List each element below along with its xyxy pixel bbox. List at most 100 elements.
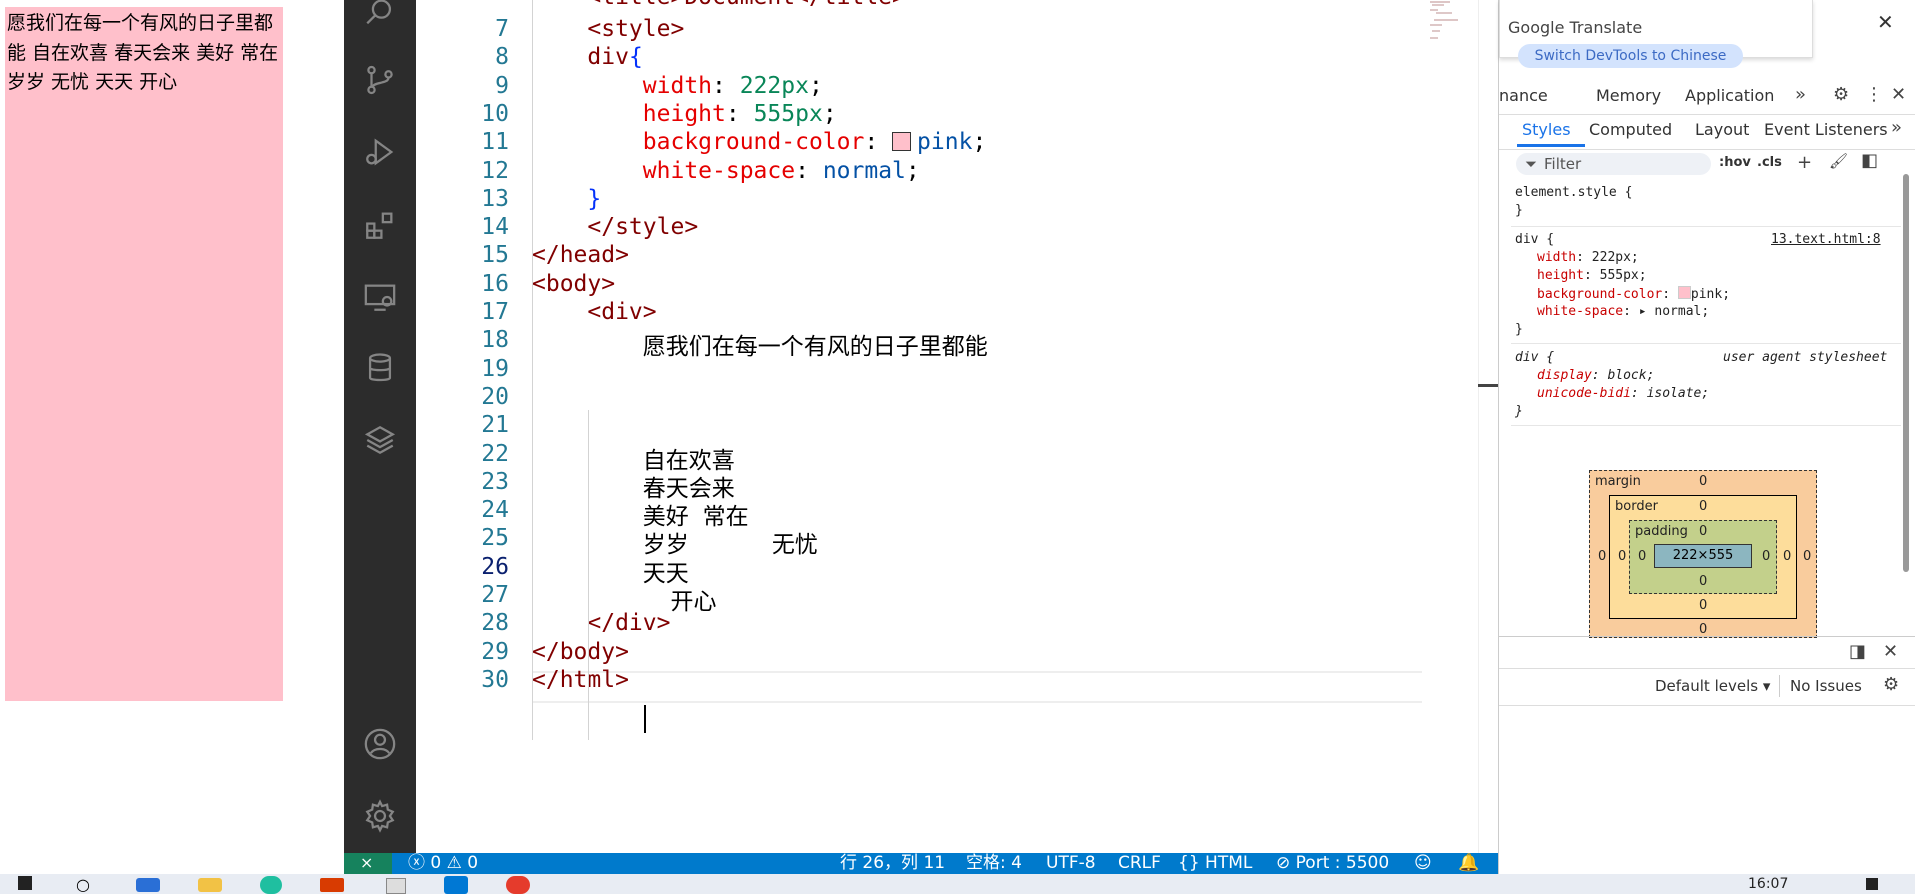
show-desktop-icon[interactable]: [1866, 878, 1878, 890]
border-bottom-value: 0: [1699, 598, 1708, 613]
remote-explorer-icon[interactable]: [344, 267, 416, 327]
more-options-icon[interactable]: ⋮: [1865, 84, 1883, 105]
css-declaration[interactable]: height: 555px;: [1537, 268, 1647, 283]
cursor-position[interactable]: 行 26，列 11: [840, 853, 945, 874]
margin-label: margin: [1595, 474, 1641, 489]
code-token: 555px: [753, 100, 823, 127]
code-token: 愿我们在每一个有风的日子里都能: [642, 334, 988, 361]
padding-left-value: 0: [1638, 549, 1647, 564]
system-clock[interactable]: 16:07: [1748, 876, 1788, 892]
edge-icon[interactable]: [260, 876, 282, 894]
ua-selector: div {: [1515, 350, 1555, 365]
element-style-selector[interactable]: element.style {: [1515, 185, 1632, 200]
tab-memory[interactable]: Memory: [1596, 86, 1661, 105]
port-icon: ⊘: [1276, 853, 1291, 873]
code-line: </div>: [532, 610, 670, 636]
line-ending[interactable]: CRLF: [1118, 853, 1161, 874]
remote-indicator[interactable]: ⨯: [344, 853, 392, 874]
margin-bottom-value: 0: [1699, 622, 1708, 637]
rule-source-link[interactable]: 13.text.html:8: [1771, 232, 1881, 247]
extensions-icon[interactable]: [344, 195, 416, 255]
source-control-icon[interactable]: [344, 50, 416, 110]
code-token: normal: [822, 157, 906, 184]
encoding[interactable]: UTF-8: [1046, 853, 1096, 874]
more-subtabs-icon[interactable]: »: [1891, 117, 1902, 138]
indent-guide: [532, 0, 533, 410]
indentation[interactable]: 空格: 4: [966, 853, 1022, 874]
scrollbar-thumb[interactable]: [1903, 174, 1909, 572]
current-line-highlight: [532, 671, 1422, 703]
text-caret: [644, 705, 646, 733]
code-token: background-color: [642, 129, 865, 156]
close-devtools-icon[interactable]: ✕: [1891, 84, 1906, 105]
line-number: 24: [481, 497, 509, 524]
language-mode[interactable]: {} HTML: [1178, 853, 1252, 874]
color-swatch[interactable]: [1677, 286, 1691, 299]
minimap[interactable]: [1416, 0, 1498, 60]
css-declaration[interactable]: white-space: ▸ normal;: [1537, 304, 1709, 319]
tab-styles[interactable]: Styles: [1522, 120, 1571, 139]
console-settings-icon[interactable]: ⚙: [1883, 674, 1899, 695]
box-model-content: 222×555: [1654, 544, 1752, 568]
class-toggle[interactable]: .cls: [1757, 155, 1782, 170]
tab-event-listeners[interactable]: Event Listeners: [1764, 120, 1888, 139]
search-icon[interactable]: [344, 0, 416, 42]
vscode-icon[interactable]: [444, 876, 468, 894]
css-declaration[interactable]: background-color: pink;: [1537, 286, 1730, 302]
notifications-icon[interactable]: 🔔: [1458, 853, 1479, 874]
log-levels-dropdown[interactable]: Default levels ▾: [1655, 677, 1770, 695]
code-token: height: [642, 100, 726, 127]
settings-gear-icon[interactable]: [344, 786, 416, 846]
chrome-icon[interactable]: [506, 876, 530, 894]
styles-filter-input[interactable]: ⏷ Filter: [1516, 153, 1711, 175]
line-number: 26: [481, 553, 509, 580]
feedback-icon[interactable]: ☺: [1414, 853, 1432, 874]
code-line: div{: [532, 44, 642, 70]
expand-triangle-icon[interactable]: ▸: [1639, 304, 1647, 319]
code-line: </html>: [532, 667, 629, 693]
paint-brush-icon[interactable]: 🖌: [1829, 152, 1848, 170]
problems-indicator[interactable]: ⓧ 0 ⚠ 0: [408, 853, 478, 874]
rule-selector[interactable]: div {: [1515, 232, 1554, 247]
folder-icon[interactable]: [198, 878, 222, 892]
layers-icon[interactable]: [344, 410, 416, 470]
settings-gear-icon[interactable]: ⚙: [1833, 84, 1849, 105]
css-declaration[interactable]: width: 222px;: [1537, 250, 1639, 265]
app-icon[interactable]: [320, 878, 344, 892]
new-rule-icon[interactable]: +: [1797, 152, 1812, 173]
border-left-value: 0: [1618, 549, 1627, 564]
close-drawer-icon[interactable]: ✕: [1883, 641, 1898, 662]
tab-performance[interactable]: nance: [1499, 86, 1548, 105]
line-number: 21: [481, 412, 509, 439]
search-icon[interactable]: ○: [76, 875, 90, 894]
hover-state-toggle[interactable]: :hov: [1719, 155, 1751, 170]
switch-language-button[interactable]: Switch DevTools to Chinese: [1518, 44, 1743, 68]
code-token: ;: [822, 100, 837, 127]
tab-layout[interactable]: Layout: [1695, 120, 1749, 139]
issues-indicator[interactable]: No Issues: [1790, 677, 1862, 695]
browser-preview: 愿我们在每一个有风的日子里都能 自在欢喜 春天会来 美好 常在 岁岁 无忧 天天…: [0, 0, 344, 874]
tab-application[interactable]: Application: [1685, 86, 1774, 105]
live-server-port[interactable]: ⊘ Port : 5500: [1276, 853, 1389, 874]
code-editor[interactable]: 7 <style> 8 div{9 width: 222px; 10 height:…: [416, 0, 1498, 853]
dock-icon[interactable]: ◨: [1849, 641, 1866, 662]
account-icon[interactable]: [344, 714, 416, 774]
tab-computed[interactable]: Computed: [1589, 120, 1672, 139]
app-icon[interactable]: [386, 878, 406, 894]
styles-scrollbar[interactable]: [1901, 170, 1911, 630]
divider: [1511, 343, 1903, 344]
code-line: <style>: [532, 16, 684, 42]
console-toolbar: Default levels ▾ No Issues ⚙: [1499, 668, 1915, 706]
toggle-sidebar-icon[interactable]: ◧: [1861, 150, 1878, 171]
close-translate-icon[interactable]: ✕: [1877, 10, 1894, 34]
start-icon[interactable]: [18, 876, 32, 890]
more-tabs-icon[interactable]: »: [1795, 84, 1806, 105]
color-swatch[interactable]: [892, 132, 912, 152]
run-debug-icon[interactable]: [344, 122, 416, 182]
editor-scrollbar[interactable]: [1478, 0, 1498, 853]
app-icon[interactable]: [136, 878, 160, 892]
database-icon[interactable]: [344, 338, 416, 398]
